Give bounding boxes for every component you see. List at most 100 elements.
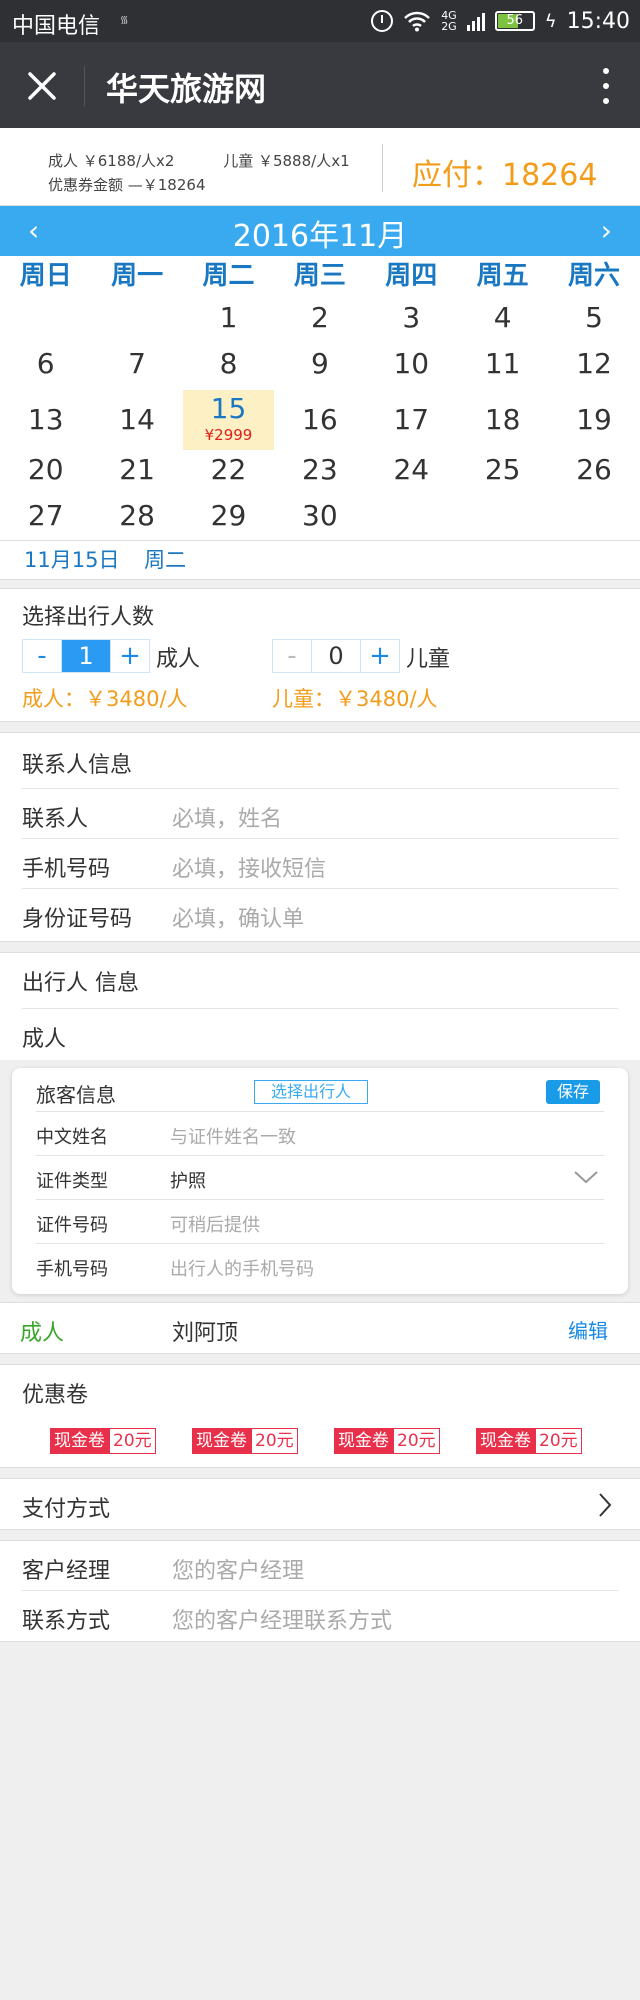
calendar-day[interactable]: 11: [457, 344, 548, 390]
child-price: 儿童 ￥5888/人x1: [223, 152, 350, 170]
calendar-day[interactable]: 16: [274, 390, 365, 450]
price-line: 成人 ￥6188/人x2 儿童 ￥5888/人x1: [48, 150, 364, 171]
calendar-day[interactable]: 26: [548, 450, 639, 496]
calendar-day[interactable]: 17: [366, 390, 457, 450]
coupon-label: 现金卷: [476, 1428, 535, 1454]
page-title: 华天旅游网: [106, 70, 267, 108]
coupon-amount: 20元: [109, 1428, 156, 1454]
calendar-day[interactable]: 12: [548, 344, 639, 390]
weekday-label: 周日: [19, 261, 72, 291]
next-month-button[interactable]: ›: [601, 214, 612, 247]
calendar-day[interactable]: 4: [457, 298, 548, 344]
adult-minus-button[interactable]: -: [23, 640, 61, 672]
calendar-day[interactable]: 22: [183, 450, 274, 496]
field-label: 联系人: [22, 807, 89, 832]
adult-count[interactable]: 1: [61, 640, 111, 672]
field-placeholder: 您的客户经理: [172, 1559, 305, 1584]
calendar-day[interactable]: 25: [457, 450, 548, 496]
calendar-day[interactable]: 28: [91, 496, 182, 542]
coupon-label: 现金卷: [50, 1428, 109, 1454]
weekday-label: 周四: [385, 261, 438, 291]
amount-due: 应付：18264: [412, 158, 598, 193]
traveller-heading-row: [22, 953, 618, 1009]
calendar-month: 2016年11月: [232, 219, 408, 254]
coupon-item[interactable]: 现金卷 20元: [192, 1428, 298, 1454]
calendar-day[interactable]: 3: [366, 298, 457, 344]
field-placeholder: 出行人的手机号码: [170, 1259, 314, 1280]
calendar-day-selected[interactable]: 15 ¥2999: [182, 390, 275, 450]
traveller-count-section: 选择出行人数 - 1 + 成人 - 0 + 儿童 成人：￥3480/人 儿童：￥…: [0, 588, 640, 722]
summary-divider: [382, 144, 383, 192]
signal-bars-icon: [466, 11, 485, 31]
calendar-day[interactable]: 7: [91, 344, 182, 390]
calendar-day[interactable]: 24: [366, 450, 457, 496]
traveller-phone-field[interactable]: 手机号码 出行人的手机号码: [36, 1244, 604, 1288]
calendar-day[interactable]: 10: [366, 344, 457, 390]
coupon-item[interactable]: 现金卷 20元: [50, 1428, 156, 1454]
calendar-day[interactable]: 18: [457, 390, 548, 450]
id-number-field[interactable]: 证件号码 可稍后提供: [36, 1200, 604, 1244]
chevron-right-icon: [599, 1493, 612, 1517]
contact-id-field[interactable]: 身份证号码 必填，确认单: [22, 889, 618, 939]
manager-field[interactable]: 客户经理 您的客户经理: [22, 1541, 618, 1591]
calendar-day[interactable]: 21: [91, 450, 182, 496]
chinese-name-field[interactable]: 中文姓名 与证件姓名一致: [36, 1112, 604, 1156]
payment-label: 支付方式: [22, 1497, 111, 1522]
coupon-item[interactable]: 现金卷 20元: [476, 1428, 582, 1454]
weekday-label: 周二: [202, 261, 255, 291]
selected-id-type: 护照: [170, 1171, 206, 1192]
calendar-day[interactable]: 19: [548, 390, 639, 450]
more-menu-icon[interactable]: [602, 68, 610, 104]
id-type-select[interactable]: 证件类型 护照: [36, 1156, 604, 1200]
traveller-form: 旅客信息 选择出行人 保存 中文姓名 与证件姓名一致 证件类型 护照 证件号码 …: [12, 1068, 628, 1294]
field-label: 身份证号码: [22, 907, 133, 932]
field-label: 联系方式: [22, 1609, 111, 1634]
adult-plus-button[interactable]: +: [111, 640, 149, 672]
contact-section: 联系人信息 联系人 必填，姓名 手机号码 必填，接收短信 身份证号码 必填，确认…: [0, 732, 640, 942]
calendar-day[interactable]: 5: [548, 298, 639, 344]
field-placeholder: 与证件姓名一致: [170, 1127, 296, 1148]
field-label: 客户经理: [22, 1559, 111, 1584]
child-count[interactable]: 0: [311, 640, 361, 672]
title-bar: 华天旅游网: [0, 42, 640, 128]
saved-traveller-name: 刘阿顶: [172, 1321, 239, 1346]
price-summary: 成人 ￥6188/人x2 儿童 ￥5888/人x1 优惠券金额 —￥18264 …: [0, 128, 640, 206]
calendar-day[interactable]: 20: [0, 450, 91, 496]
calendar-day[interactable]: 30: [274, 496, 365, 542]
calendar-day[interactable]: 23: [274, 450, 365, 496]
calendar-day-empty: [548, 496, 639, 542]
calendar-day[interactable]: 1: [183, 298, 274, 344]
field-label: 中文姓名: [36, 1127, 108, 1148]
child-minus-button[interactable]: -: [273, 640, 311, 672]
selected-day-price: ¥2999: [204, 426, 253, 444]
contact-phone-field[interactable]: 手机号码 必填，接收短信: [22, 839, 618, 889]
calendar-day[interactable]: 13: [0, 390, 91, 450]
charging-icon: ϟ: [544, 10, 557, 32]
calendar-grid: 1 2 3 4 5 6 7 8 9 10 11 12 13 14 15 ¥299…: [0, 298, 640, 540]
alarm-icon: [371, 10, 394, 32]
calendar-day[interactable]: 9: [274, 344, 365, 390]
payment-method-row[interactable]: 支付方式: [0, 1478, 640, 1530]
calendar-day[interactable]: 27: [0, 496, 91, 542]
calendar-day[interactable]: 2: [274, 298, 365, 344]
save-button[interactable]: 保存: [546, 1080, 600, 1104]
child-plus-button[interactable]: +: [361, 640, 399, 672]
calendar-day[interactable]: 6: [0, 344, 91, 390]
weekday-label: 周六: [568, 261, 621, 291]
close-icon[interactable]: [22, 66, 62, 106]
coupon-item[interactable]: 现金卷 20元: [334, 1428, 440, 1454]
calendar-day[interactable]: 8: [183, 344, 274, 390]
choose-traveller-button[interactable]: 选择出行人: [254, 1080, 368, 1104]
manager-contact-field[interactable]: 联系方式 您的客户经理联系方式: [22, 1591, 618, 1641]
saved-traveller-row[interactable]: 成人 刘阿顶 编辑: [0, 1302, 640, 1354]
weekday-label: 周一: [111, 261, 164, 291]
chevron-down-icon: [574, 1171, 598, 1184]
calendar-day[interactable]: 14: [91, 390, 182, 450]
calendar-week: 13 14 15 ¥2999 16 17 18 19: [0, 390, 640, 450]
weekday-label: 周三: [293, 261, 346, 291]
calendar-day-empty: [0, 298, 91, 344]
manager-section: 客户经理 您的客户经理 联系方式 您的客户经理联系方式: [0, 1540, 640, 1642]
contact-name-field[interactable]: 联系人 必填，姓名: [22, 789, 618, 839]
edit-button[interactable]: 编辑: [568, 1315, 608, 1344]
calendar-day[interactable]: 29: [183, 496, 274, 542]
